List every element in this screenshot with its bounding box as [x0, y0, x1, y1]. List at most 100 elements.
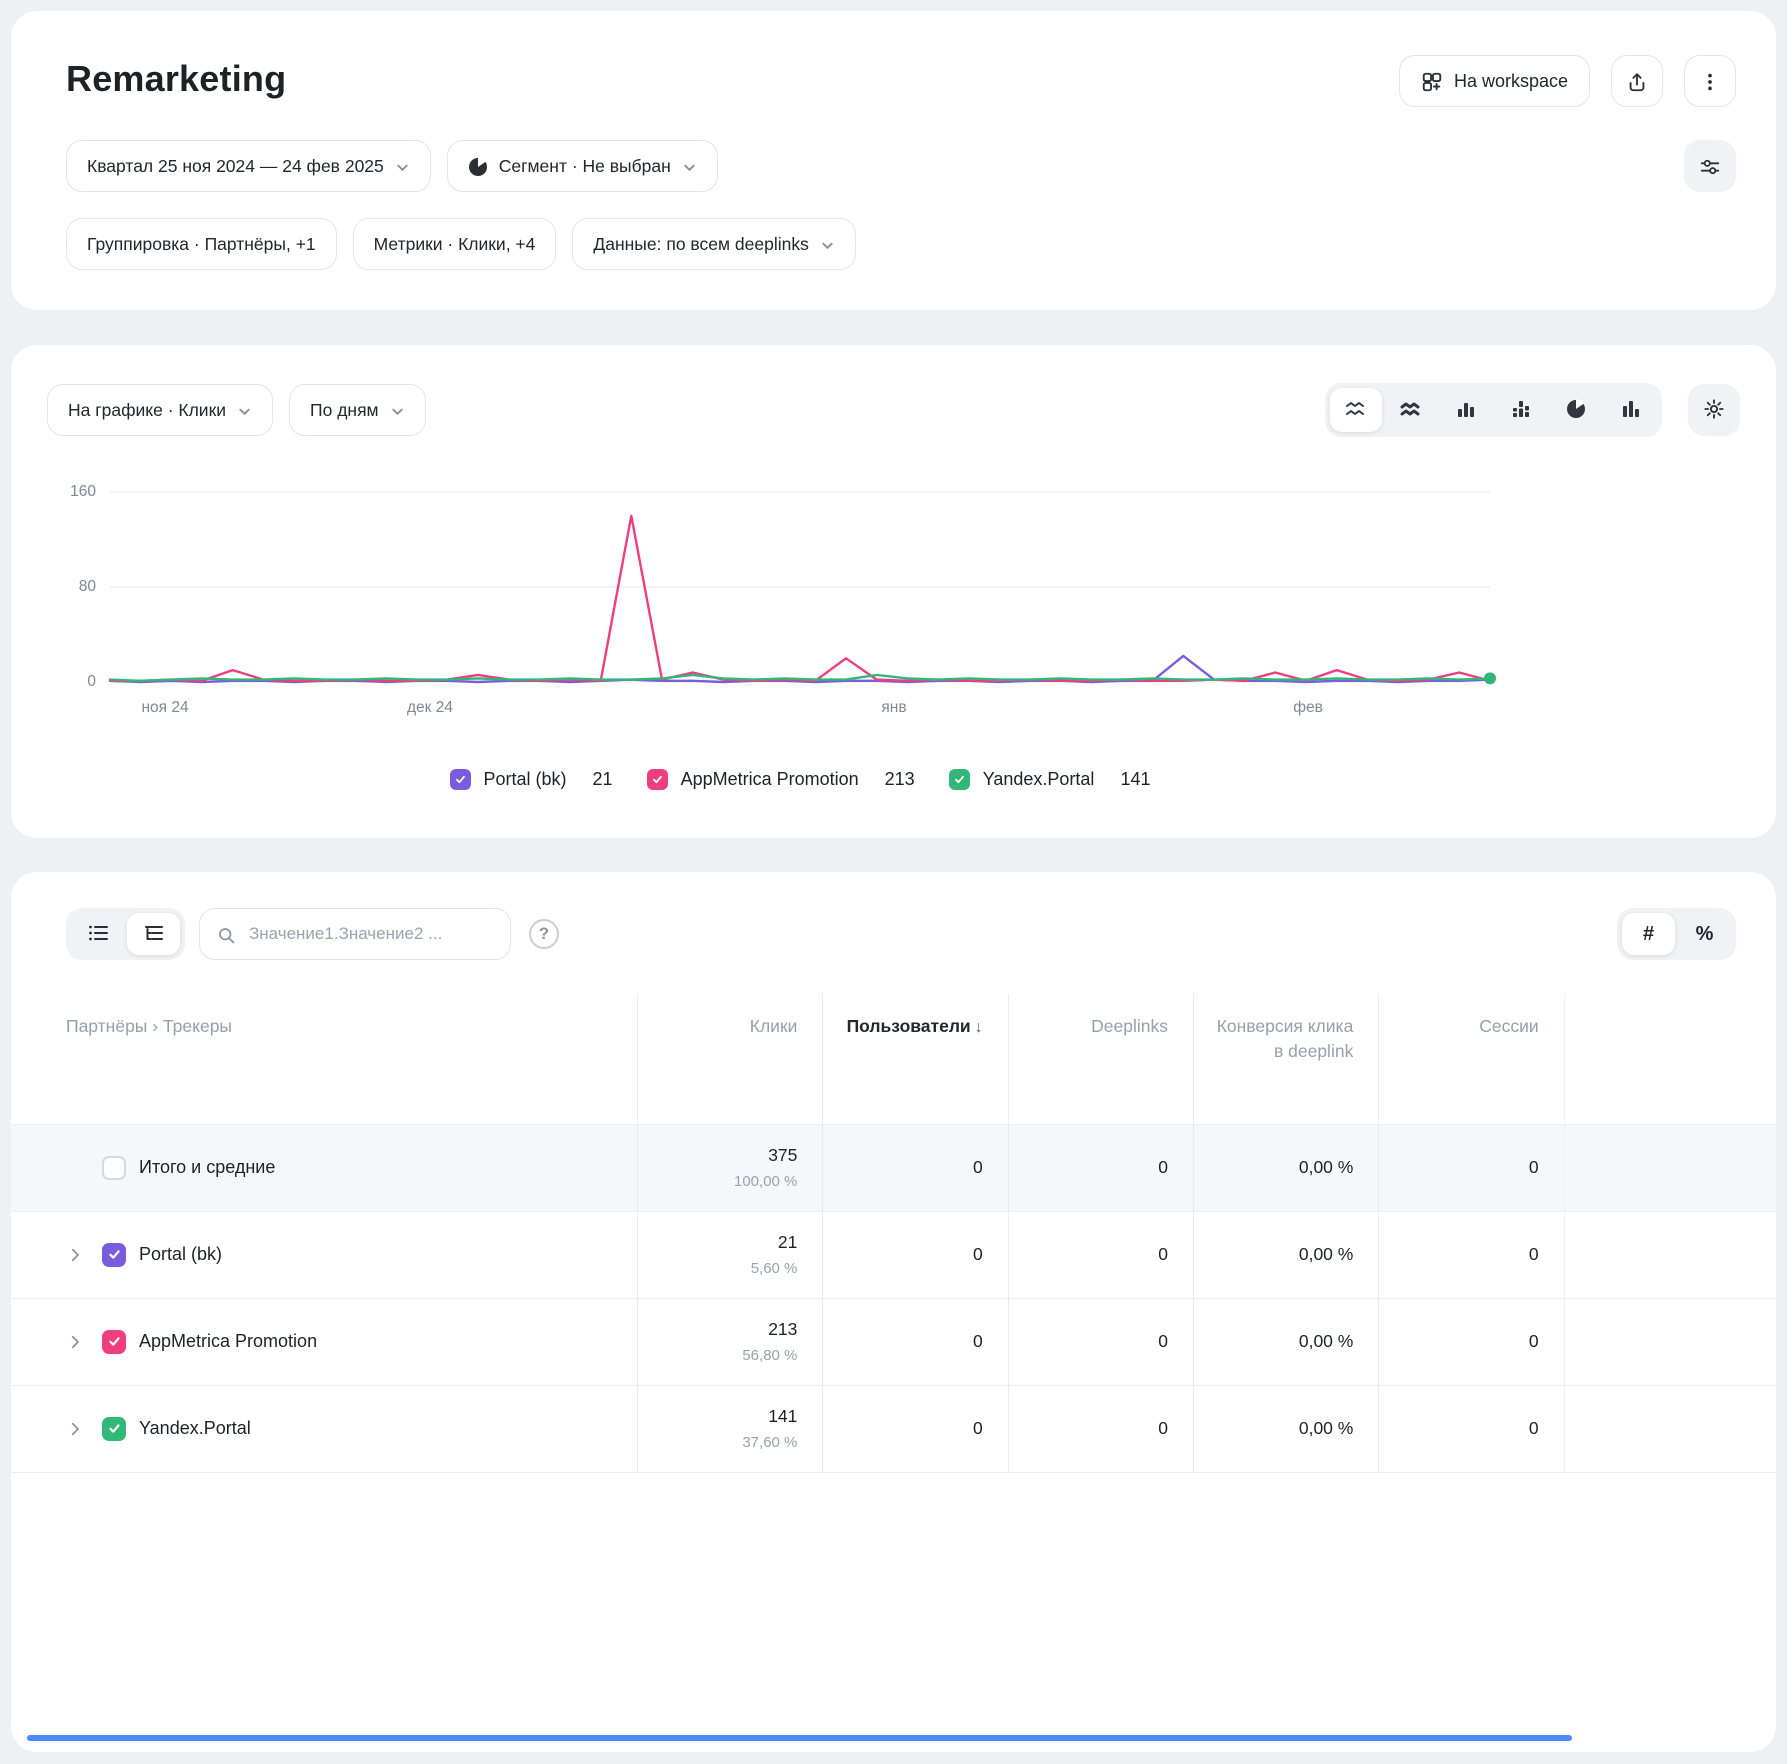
stacked-area-icon: [1399, 397, 1423, 424]
workspace-grid-icon: [1421, 71, 1443, 93]
clicks-percent: 37,60 %: [648, 1434, 797, 1451]
stacked-area-type-button[interactable]: [1385, 388, 1437, 432]
flat-list-view-button[interactable]: [71, 913, 124, 955]
more-menu-button[interactable]: [1684, 55, 1736, 107]
cell-sessions: 0: [1379, 1298, 1564, 1385]
row-label: AppMetrica Promotion: [139, 1331, 317, 1352]
workspace-button[interactable]: На workspace: [1399, 55, 1590, 107]
grouping-filter-chip[interactable]: Группировка · Партнёры, +1: [66, 218, 337, 270]
cell-clicks: 375100,00 %: [638, 1124, 823, 1211]
export-button[interactable]: [1611, 55, 1663, 107]
users-value: 0: [833, 1157, 982, 1178]
clicks-percent: 56,80 %: [648, 1347, 797, 1364]
chart-metric-chip[interactable]: На графике · Клики: [47, 384, 273, 436]
y-axis-label: 0: [87, 673, 96, 691]
legend-checkbox-appmetrica[interactable]: [647, 769, 668, 790]
absolute-values-button[interactable]: #: [1622, 913, 1675, 955]
row-checkbox[interactable]: [102, 1243, 126, 1267]
legend-item-portal[interactable]: Portal (bk) 21: [450, 769, 613, 790]
y-axis-label: 160: [70, 483, 96, 501]
row-label: Итого и средние: [139, 1157, 275, 1178]
chevron-down-icon: [682, 160, 697, 175]
row-name-cell[interactable]: Portal (bk): [11, 1211, 638, 1298]
chart-card: На графике · Клики По дням: [11, 345, 1776, 838]
tree-list-view-button[interactable]: [127, 913, 180, 955]
cell-sessions: 0: [1379, 1211, 1564, 1298]
column-header-sessions[interactable]: Сессии: [1379, 994, 1564, 1124]
data-scope-filter-label: Данные: по всем deeplinks: [593, 234, 808, 255]
search-box[interactable]: [199, 908, 511, 960]
cell-users: 0: [823, 1124, 1008, 1211]
tree-list-icon: [142, 921, 166, 948]
sessions-value: 0: [1389, 1418, 1538, 1439]
table-row-appmetrica-promotion: AppMetrica Promotion 21356,80 % 0 0 0,00…: [11, 1298, 1776, 1385]
stacked-bar-type-button[interactable]: [1495, 388, 1547, 432]
cell-clicks: 141 37,60 %: [638, 1385, 823, 1472]
view-mode-switcher: [66, 908, 185, 960]
row-name-cell[interactable]: AppMetrica Promotion: [11, 1298, 638, 1385]
column-header-clicks[interactable]: Клики: [638, 994, 823, 1124]
column-header-users[interactable]: Пользователи↓: [823, 994, 1008, 1124]
legend-item-appmetrica-promotion[interactable]: AppMetrica Promotion 213: [647, 769, 915, 790]
cell-deeplinks: 0: [1008, 1124, 1193, 1211]
row-label: Portal (bk): [139, 1244, 222, 1265]
row-checkbox[interactable]: [102, 1330, 126, 1354]
row-checkbox[interactable]: [102, 1156, 126, 1180]
clicks-percent: 5,60 %: [648, 1260, 797, 1277]
column-header-conversion[interactable]: Конверсия клика в deeplink: [1194, 994, 1379, 1124]
row-checkbox[interactable]: [102, 1417, 126, 1441]
legend-checkbox-yandex[interactable]: [949, 769, 970, 790]
data-scope-filter-chip[interactable]: Данные: по всем deeplinks: [572, 218, 855, 270]
chevron-down-icon: [237, 404, 252, 419]
legend-value: 141: [1120, 769, 1150, 790]
search-input[interactable]: [247, 923, 494, 945]
chevron-down-icon: [395, 160, 410, 175]
chart-granularity-chip[interactable]: По дням: [289, 384, 426, 436]
x-axis-label: ноя 24: [141, 699, 188, 717]
bar-chart-type-button[interactable]: [1440, 388, 1492, 432]
cell-clicks: 21356,80 %: [638, 1298, 823, 1385]
expand-chevron-icon[interactable]: [66, 1246, 102, 1264]
clicks-value: 141: [648, 1406, 797, 1427]
segment-filter-chip[interactable]: Сегмент · Не выбран: [447, 140, 718, 192]
cell-deeplinks: 0: [1008, 1298, 1193, 1385]
line-chart-type-button[interactable]: [1330, 388, 1382, 432]
legend-checkbox-portal[interactable]: [450, 769, 471, 790]
period-filter-chip[interactable]: Квартал 25 ноя 2024 — 24 фев 2025: [66, 140, 431, 192]
x-axis-label: дек 24: [407, 699, 453, 717]
chevron-down-icon: [390, 404, 405, 419]
cell-users: 0: [823, 1211, 1008, 1298]
row-name-cell[interactable]: Итого и средние: [11, 1124, 638, 1211]
deeplinks-value: 0: [1019, 1244, 1168, 1265]
column-header-partners-trackers[interactable]: Партнёры › Трекеры: [11, 994, 638, 1124]
expand-chevron-icon[interactable]: [66, 1333, 102, 1351]
legend-item-yandex-portal[interactable]: Yandex.Portal 141: [949, 769, 1151, 790]
table-row-totals: Итого и средние 375100,00 % 0 0 0,00 % 0: [11, 1124, 1776, 1211]
series-line-appmetrica-promotion: [110, 516, 1490, 681]
period-filter-label: Квартал 25 ноя 2024 — 24 фев 2025: [87, 156, 384, 177]
conversion-value: 0,00 %: [1204, 1331, 1353, 1352]
segment-pie-icon: [468, 157, 488, 177]
header-filler: [1564, 994, 1776, 1124]
conversion-value: 0,00 %: [1204, 1244, 1353, 1265]
clicks-value: 375: [648, 1145, 797, 1166]
row-name-cell[interactable]: Yandex.Portal: [11, 1385, 638, 1472]
horizontal-scrollbar[interactable]: [27, 1735, 1572, 1741]
metrics-filter-chip[interactable]: Метрики · Клики, +4: [353, 218, 557, 270]
users-value: 0: [833, 1244, 982, 1265]
histogram-type-button[interactable]: [1605, 388, 1657, 432]
users-header-label: Пользователи: [847, 1016, 971, 1036]
pie-chart-type-button[interactable]: [1550, 388, 1602, 432]
x-axis-label: фев: [1293, 699, 1323, 717]
percent-values-button[interactable]: %: [1678, 913, 1731, 955]
expand-chevron-icon[interactable]: [66, 1420, 102, 1438]
chart-settings-button[interactable]: [1688, 384, 1740, 436]
table-card: ? # % Партнёры › Трекеры Клики Пользоват…: [11, 872, 1776, 1752]
help-button[interactable]: ?: [529, 919, 559, 949]
report-table: Партнёры › Трекеры Клики Пользователи↓ D…: [11, 994, 1776, 1473]
filters-settings-button[interactable]: [1684, 140, 1736, 192]
column-header-deeplinks[interactable]: Deeplinks: [1008, 994, 1193, 1124]
cell-conversion: 0,00 %: [1194, 1298, 1379, 1385]
search-icon: [216, 925, 237, 946]
current-day-marker: [1484, 672, 1496, 684]
